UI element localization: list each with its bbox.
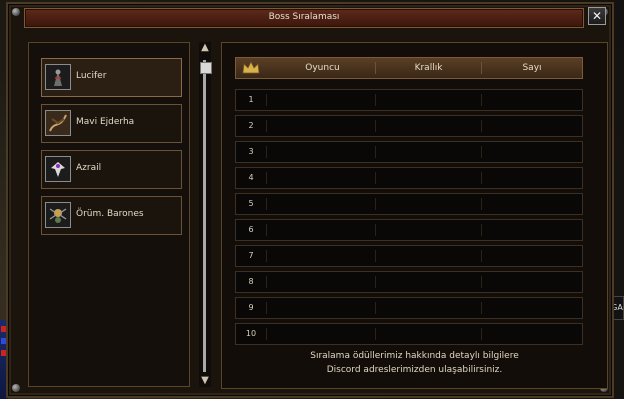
table-row[interactable]: 4 [235,167,583,189]
boss-name: Lucifer [76,71,107,81]
rank-number: 10 [245,329,257,338]
rank-number: 7 [248,251,254,260]
window-title: Boss Sıralaması [268,12,340,22]
rank-number: 3 [248,147,254,156]
close-button[interactable]: ✕ [588,7,606,25]
table-row[interactable]: 10 [235,323,583,345]
scroll-down-arrow-icon[interactable]: ▼ [199,375,211,387]
scroll-track[interactable] [203,60,206,372]
rank-number: 6 [248,225,254,234]
close-icon: ✕ [591,9,603,23]
azrail-portrait-icon [45,156,71,182]
boss-ranking-window: Boss Sıralaması ✕ Lucifer Mavi Ejderha A… [6,2,614,398]
ranking-footer-note: Sıralama ödüllerimiz hakkında detaylı bi… [222,349,607,377]
rank-number: 2 [248,121,254,130]
rank-number: 5 [248,199,254,208]
corner-rivet-icon [12,8,20,16]
rank-number: 8 [248,277,254,286]
lucifer-portrait-icon [45,64,71,90]
crown-icon [242,61,260,74]
table-row[interactable]: 9 [235,297,583,319]
footer-line-2: Discord adreslerimizden ulaşabilirsiniz. [326,365,503,375]
boss-name: Örüm. Barones [76,209,144,219]
spider-baroness-portrait-icon [45,202,71,228]
table-row[interactable]: 5 [235,193,583,215]
rank-number: 9 [248,303,254,312]
table-row[interactable]: 2 [235,115,583,137]
boss-item-azrail[interactable]: Azrail [41,150,182,189]
column-header-kingdom: Krallık [414,63,443,73]
boss-item-orum-barones[interactable]: Örüm. Barones [41,196,182,235]
blue-dragon-portrait-icon [45,110,71,136]
boss-name: Azrail [76,163,102,173]
ranking-panel: Oyuncu Krallık Sayı 1 2 3 4 5 6 7 8 9 10… [221,42,608,389]
table-row[interactable]: 6 [235,219,583,241]
footer-line-1: Sıralama ödüllerimiz hakkında detaylı bi… [310,351,519,361]
scroll-thumb[interactable] [200,62,212,74]
column-header-player: Oyuncu [305,63,340,73]
boss-list-scrollbar[interactable]: ▲ ▼ [199,42,212,387]
rank-number: 1 [248,95,254,104]
boss-item-lucifer[interactable]: Lucifer [41,58,182,97]
scroll-up-arrow-icon[interactable]: ▲ [199,42,211,54]
boss-name: Mavi Ejderha [76,117,135,127]
boss-item-mavi-ejderha[interactable]: Mavi Ejderha [41,104,182,143]
table-row[interactable]: 3 [235,141,583,163]
boss-list-panel: Lucifer Mavi Ejderha Azrail Örüm. Barone… [28,42,190,387]
title-bar[interactable]: Boss Sıralaması [24,8,584,28]
corner-rivet-icon [12,384,20,392]
ranking-table-header: Oyuncu Krallık Sayı [235,57,583,79]
table-row[interactable]: 8 [235,271,583,293]
table-row[interactable]: 1 [235,89,583,111]
column-header-count: Sayı [522,63,542,73]
table-row[interactable]: 7 [235,245,583,267]
rank-number: 4 [248,173,254,182]
